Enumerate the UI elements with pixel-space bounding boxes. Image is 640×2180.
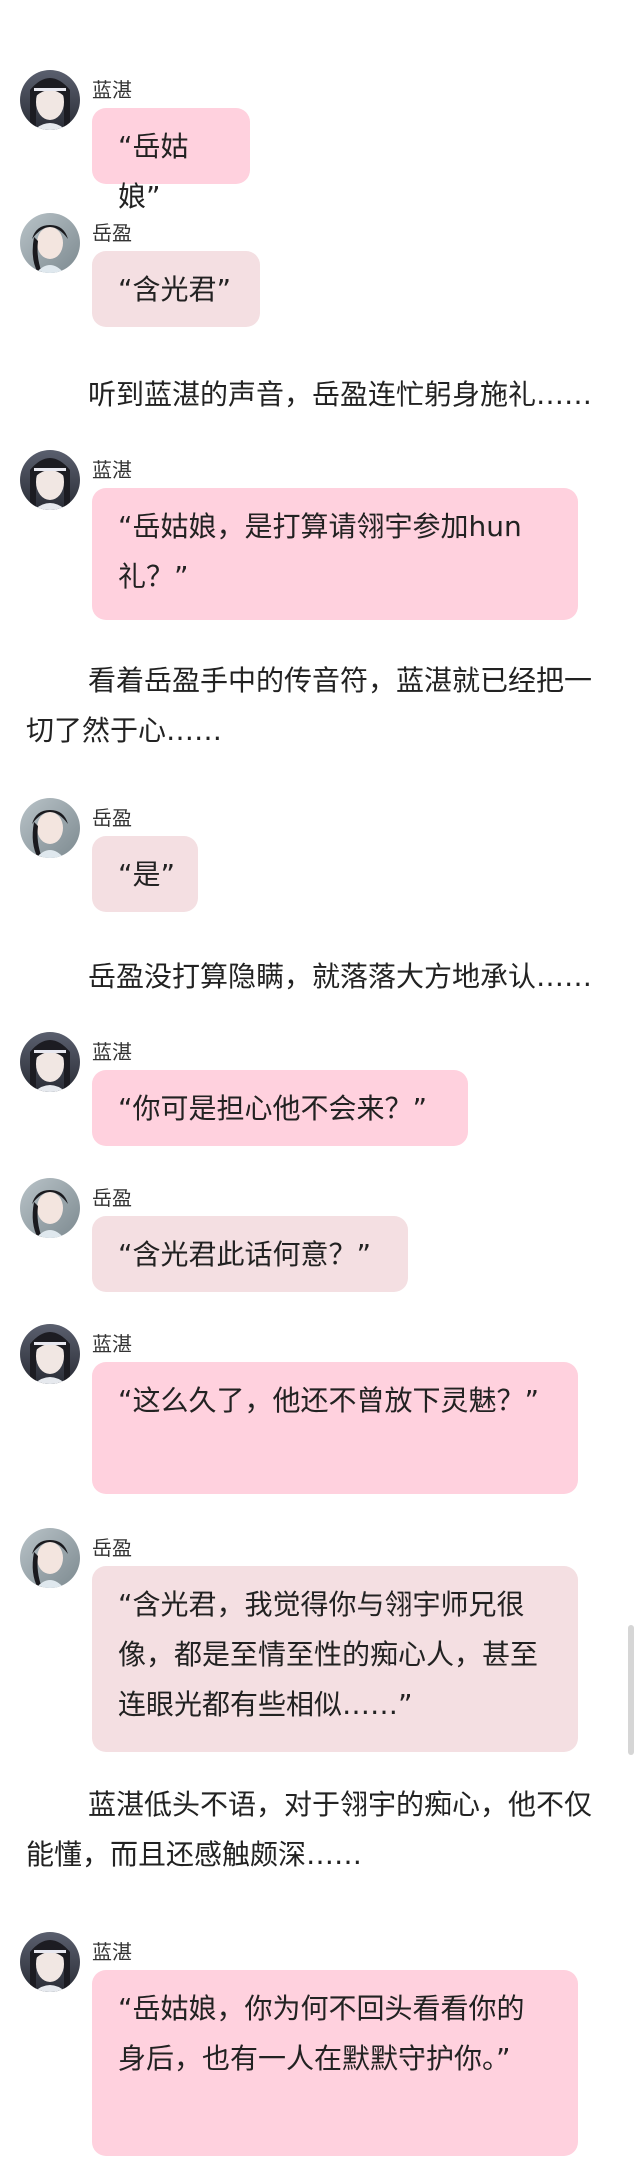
yueying-avatar[interactable] — [20, 1528, 80, 1588]
message-bubble[interactable]: “岳姑娘，是打算请翎宇参加hun礼？” — [92, 488, 578, 620]
lanzhan-avatar[interactable] — [20, 70, 80, 130]
scrollbar[interactable] — [628, 1625, 634, 1755]
narration-text: 听到蓝湛的声音，岳盈连忙躬身施礼…… — [88, 378, 593, 411]
yueying-avatar[interactable] — [20, 213, 80, 273]
lanzhan-avatar[interactable] — [20, 1324, 80, 1384]
message-bubble[interactable]: “岳姑娘” — [92, 108, 250, 213]
message-bubble[interactable]: “含光君，我觉得你与翎宇师兄很像，都是至情至性的痴心人，甚至连眼光都有些相似……… — [92, 1566, 578, 1752]
narration-text: 看着岳盈手中的传音符，蓝湛就已经把一切了然于心…… — [26, 664, 593, 747]
speaker-name: 岳盈 — [92, 221, 132, 245]
narration-text: 岳盈没打算隐瞒，就落落大方地承认…… — [88, 960, 593, 993]
speaker-name: 蓝湛 — [92, 78, 132, 102]
lanzhan-avatar[interactable] — [20, 450, 80, 510]
speaker-name: 蓝湛 — [92, 1040, 132, 1064]
message-bubble[interactable]: “这么久了，他还不曾放下灵魅？” — [92, 1362, 578, 1494]
narration-text: 蓝湛低头不语，对于翎宇的痴心，他不仅能懂，而且还感触颇深…… — [26, 1788, 593, 1871]
speaker-name: 蓝湛 — [92, 1332, 132, 1356]
yueying-avatar[interactable] — [20, 798, 80, 858]
speaker-name: 蓝湛 — [92, 1940, 132, 1964]
speaker-name: 岳盈 — [92, 1536, 132, 1560]
message-bubble[interactable]: “你可是担心他不会来？” — [92, 1070, 468, 1146]
speaker-name: 岳盈 — [92, 806, 132, 830]
message-bubble[interactable]: “含光君” — [92, 251, 260, 327]
message-bubble[interactable]: “岳姑娘，你为何不回头看看你的身后，也有一人在默默守护你。” — [92, 1970, 578, 2156]
message-bubble[interactable]: “是” — [92, 836, 198, 912]
message-bubble[interactable]: “含光君此话何意？” — [92, 1216, 408, 1292]
lanzhan-avatar[interactable] — [20, 1932, 80, 1992]
speaker-name: 岳盈 — [92, 1186, 132, 1210]
speaker-name: 蓝湛 — [92, 458, 132, 482]
yueying-avatar[interactable] — [20, 1178, 80, 1238]
lanzhan-avatar[interactable] — [20, 1032, 80, 1092]
